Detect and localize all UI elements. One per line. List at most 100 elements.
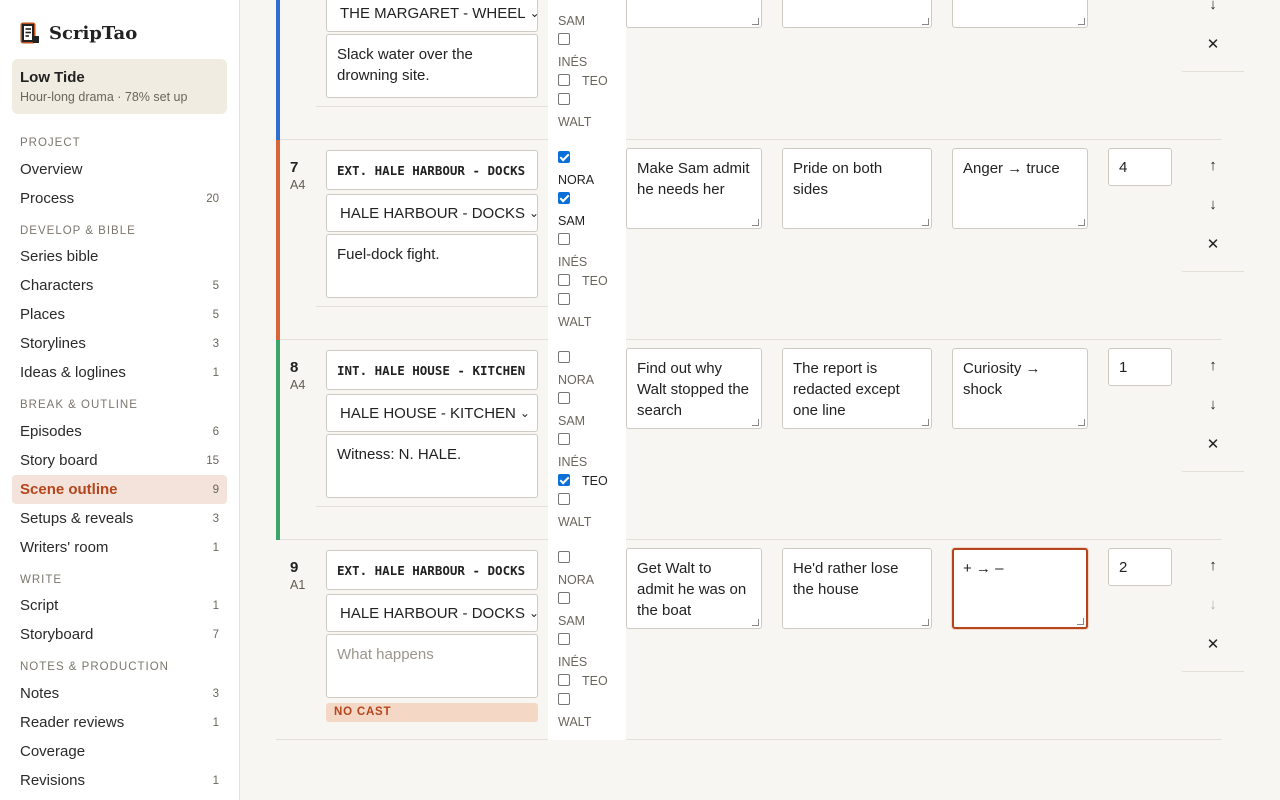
cast-checkbox-nora[interactable] — [558, 351, 570, 363]
goal-field[interactable]: Make Sam admit he needs her — [626, 148, 762, 229]
sidebar-item-count: 5 — [212, 279, 219, 292]
arc-field[interactable]: Curiosity → shock — [952, 348, 1088, 429]
cast-checkbox-walt[interactable] — [558, 93, 570, 105]
pages-field[interactable]: 1 — [1108, 348, 1172, 386]
conflict-field[interactable]: He'd rather lose the house — [782, 548, 932, 629]
delete-scene-icon[interactable]: ✕ — [1204, 36, 1222, 54]
cast-checkbox-teo[interactable] — [558, 274, 570, 286]
sidebar-item-overview[interactable]: Overview — [12, 155, 227, 184]
sidebar-item-writers-room[interactable]: Writers' room 1 — [12, 533, 227, 562]
cast-checklist: NORA SAM INÉS TEO WALT — [548, 140, 626, 340]
cast-checkbox-nora[interactable] — [558, 551, 570, 563]
cast-label-sam: SAM — [558, 414, 586, 428]
cast-checkbox-nora[interactable] — [558, 151, 570, 163]
cast-checkbox-ines[interactable] — [558, 633, 570, 645]
sidebar-item-storylines[interactable]: Storylines 3 — [12, 329, 227, 358]
resize-grip-icon[interactable] — [1078, 18, 1085, 25]
sidebar-item-characters[interactable]: Characters 5 — [12, 271, 227, 300]
cast-checkbox-sam[interactable] — [558, 592, 570, 604]
sidebar-item-episodes[interactable]: Episodes 6 — [12, 417, 227, 446]
resize-grip-icon[interactable] — [752, 18, 759, 25]
resize-grip-icon[interactable] — [922, 419, 929, 426]
sidebar-item-revisions[interactable]: Revisions 1 — [12, 766, 227, 795]
sidebar-item-storyboard[interactable]: Storyboard 7 — [12, 620, 227, 649]
slugline-field[interactable]: EXT. HALE HARBOUR - DOCKS — [326, 150, 538, 190]
sidebar-item-series-bible[interactable]: Series bible — [12, 242, 227, 271]
sidebar-item-count: 3 — [212, 512, 219, 525]
cast-checkbox-ines[interactable] — [558, 433, 570, 445]
move-up-icon[interactable]: ↑ — [1204, 557, 1222, 575]
goal-field[interactable]: Find out why Walt stopped the search — [626, 348, 762, 429]
cast-checkbox-walt[interactable] — [558, 493, 570, 505]
cast-checkbox-ines[interactable] — [558, 233, 570, 245]
project-card[interactable]: Low Tide Hour-long drama · 78% set up — [12, 59, 227, 114]
conflict-field[interactable]: The report is redacted except one line — [782, 348, 932, 429]
section-project: PROJECT — [20, 137, 81, 149]
move-down-icon[interactable]: ↓ — [1204, 0, 1222, 14]
location-select[interactable]: HALE HARBOUR - DOCKS ⌄ — [326, 594, 539, 632]
slugline-field[interactable]: EXT. HALE HARBOUR - DOCKS — [326, 550, 538, 590]
sidebar-item-script[interactable]: Script 1 — [12, 591, 227, 620]
pages-field[interactable]: 4 — [1108, 148, 1172, 186]
conflict-field[interactable]: Pride on both sides — [782, 148, 932, 229]
resize-grip-icon[interactable] — [922, 219, 929, 226]
sidebar-item-story-board[interactable]: Story board 15 — [12, 446, 227, 475]
delete-scene-icon[interactable]: ✕ — [1204, 636, 1222, 654]
arc-field[interactable] — [952, 0, 1088, 28]
resize-grip-icon[interactable] — [1078, 219, 1085, 226]
resize-grip-icon[interactable] — [752, 419, 759, 426]
slugline-field[interactable]: INT. HALE HOUSE - KITCHEN — [326, 350, 538, 390]
cast-checkbox-teo[interactable] — [558, 474, 570, 486]
what-happens-field[interactable]: Fuel-dock fight. — [326, 234, 538, 298]
delete-scene-icon[interactable]: ✕ — [1204, 236, 1222, 254]
cast-label-nora: NORA — [558, 173, 595, 187]
conflict-text: He'd rather lose the house — [793, 560, 899, 598]
sidebar-item-notes[interactable]: Notes 3 — [12, 679, 227, 708]
cast-checklist: SAM INÉS TEO WALT — [548, 0, 626, 140]
resize-grip-icon[interactable] — [922, 18, 929, 25]
sidebar-item-reader-reviews[interactable]: Reader reviews 1 — [12, 708, 227, 737]
what-happens-field[interactable]: What happens — [326, 634, 538, 698]
arc-text: Anger → truce — [963, 160, 1060, 177]
brand[interactable]: ScripTao — [20, 22, 137, 44]
location-select[interactable]: HALE HARBOUR - DOCKS ⌄ — [326, 194, 539, 232]
cast-checkbox-ines[interactable] — [558, 33, 570, 45]
goal-field[interactable] — [626, 0, 762, 28]
move-up-icon[interactable]: ↑ — [1204, 157, 1222, 175]
cast-checkbox-sam[interactable] — [558, 392, 570, 404]
move-down-icon[interactable]: ↓ — [1204, 396, 1222, 414]
location-select[interactable]: HALE HOUSE - KITCHEN ⌄ — [326, 394, 538, 432]
cast-checkbox-sam[interactable] — [558, 192, 570, 204]
delete-scene-icon[interactable]: ✕ — [1204, 436, 1222, 454]
what-happens-field[interactable]: Witness: N. HALE. — [326, 434, 538, 498]
sidebar-item-scene-outline[interactable]: Scene outline 9 — [12, 475, 227, 504]
resize-grip-icon[interactable] — [752, 219, 759, 226]
cast-checkbox-teo[interactable] — [558, 74, 570, 86]
sidebar-item-process[interactable]: Process 20 — [12, 184, 227, 213]
sidebar-item-ideas-loglines[interactable]: Ideas & loglines 1 — [12, 358, 227, 387]
sidebar-item-places[interactable]: Places 5 — [12, 300, 227, 329]
resize-grip-icon[interactable] — [1077, 618, 1084, 625]
goal-field[interactable]: Get Walt to admit he was on the boat — [626, 548, 762, 629]
cast-checkbox-walt[interactable] — [558, 693, 570, 705]
goal-text: Get Walt to admit he was on the boat — [637, 560, 747, 619]
conflict-field[interactable] — [782, 0, 932, 28]
location-value: THE MARGARET - WHEEL — [340, 4, 526, 22]
resize-grip-icon[interactable] — [752, 619, 759, 626]
cast-checkbox-walt[interactable] — [558, 293, 570, 305]
move-up-icon[interactable]: ↑ — [1204, 357, 1222, 375]
arc-field[interactable]: Anger → truce — [952, 148, 1088, 229]
cast-checkbox-teo[interactable] — [558, 674, 570, 686]
pages-field[interactable]: 2 — [1108, 548, 1172, 586]
section-develop-bible: DEVELOP & BIBLE — [20, 225, 136, 237]
sidebar-item-count: 1 — [212, 541, 219, 554]
sidebar-item-coverage[interactable]: Coverage — [12, 737, 227, 766]
location-select[interactable]: THE MARGARET - WHEEL ⌄ — [326, 0, 540, 32]
what-happens-field[interactable]: Slack water over the drowning site. — [326, 34, 538, 98]
resize-grip-icon[interactable] — [1078, 419, 1085, 426]
arc-field[interactable]: + → – — [952, 548, 1088, 629]
move-down-icon[interactable]: ↓ — [1204, 196, 1222, 214]
resize-grip-icon[interactable] — [922, 619, 929, 626]
sidebar-item-label: Places — [20, 306, 66, 323]
sidebar-item-setups-reveals[interactable]: Setups & reveals 3 — [12, 504, 227, 533]
